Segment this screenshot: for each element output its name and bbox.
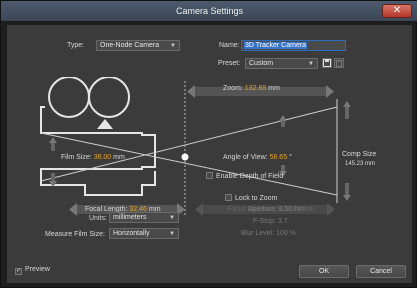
measure-film-size-dropdown[interactable]: Horizontally ▼ bbox=[109, 228, 179, 239]
film-size-readout: Film Size: 36.00 mm bbox=[61, 154, 125, 161]
preset-dropdown[interactable]: Custom ▼ bbox=[245, 58, 318, 69]
aperture-readout: Aperture: 8.50 mm bbox=[248, 206, 306, 213]
title-bar: Camera Settings ✕ bbox=[1, 1, 417, 22]
angle-of-view-unit: ° bbox=[289, 154, 292, 161]
comp-size-label: Comp Size bbox=[342, 151, 377, 158]
zoom-label: Zoom: bbox=[223, 85, 243, 92]
type-label: Type: bbox=[67, 42, 85, 49]
chevron-down-icon: ▼ bbox=[169, 215, 175, 221]
film-size-label: Film Size: bbox=[61, 154, 92, 161]
zoom-value[interactable]: 132.88 bbox=[245, 85, 266, 92]
chevron-down-icon: ▼ bbox=[169, 231, 175, 237]
angle-of-view-readout: Angle of View: 56.65 ° bbox=[223, 154, 292, 161]
film-size-value[interactable]: 36.00 bbox=[94, 154, 112, 161]
enable-depth-of-field-label: Enable Depth of Field bbox=[216, 173, 284, 180]
name-field[interactable]: 3D Tracker Camera bbox=[241, 40, 346, 51]
angle-of-view-label: Angle of View: bbox=[223, 154, 268, 161]
comp-size-value: 145.23 mm bbox=[345, 161, 376, 167]
checkbox-box bbox=[225, 194, 232, 201]
type-value: One-Node Camera bbox=[100, 42, 160, 49]
ok-button[interactable]: OK bbox=[299, 265, 349, 278]
cancel-button[interactable]: Cancel bbox=[356, 265, 406, 278]
zoom-unit: mm bbox=[268, 85, 280, 92]
preset-value: Custom bbox=[249, 60, 274, 67]
measure-film-size-label: Measure Film Size: bbox=[45, 231, 105, 238]
name-value: 3D Tracker Camera bbox=[244, 42, 308, 49]
measure-film-size-value: Horizontally bbox=[113, 230, 150, 237]
type-dropdown[interactable]: One-Node Camera ▼ bbox=[96, 40, 180, 51]
trash-icon[interactable] bbox=[334, 58, 344, 68]
preview-checkbox[interactable]: ✓ Preview bbox=[15, 266, 50, 275]
save-icon[interactable] bbox=[322, 58, 332, 68]
chevron-down-icon: ▼ bbox=[308, 61, 314, 67]
dialog-title: Camera Settings bbox=[175, 6, 244, 16]
preview-label: Preview bbox=[25, 266, 50, 273]
angle-of-view-value[interactable]: 56.65 bbox=[270, 154, 288, 161]
close-button[interactable]: ✕ bbox=[382, 4, 412, 18]
enable-depth-of-field-checkbox[interactable]: Enable Depth of Field bbox=[206, 172, 283, 180]
check-icon: ✓ bbox=[15, 268, 22, 275]
zoom-readout: Zoom: 132.88 mm bbox=[223, 85, 280, 92]
dialog-body: Type: One-Node Camera ▼ Name: 3D Tracker… bbox=[7, 25, 412, 283]
lock-to-zoom-label: Lock to Zoom bbox=[235, 195, 278, 202]
film-size-unit: mm bbox=[113, 154, 125, 161]
lock-to-zoom-checkbox[interactable]: Lock to Zoom bbox=[225, 194, 277, 202]
units-label: Units: bbox=[89, 215, 107, 222]
camera-settings-dialog: Camera Settings ✕ Type: One-Node Camera … bbox=[0, 0, 417, 288]
name-label: Name: bbox=[219, 42, 240, 49]
fstop-readout: F-Stop: 3.7 bbox=[253, 218, 288, 225]
chevron-down-icon: ▼ bbox=[170, 43, 176, 49]
units-value: millimeters bbox=[113, 214, 147, 221]
camera-diagram: Zoom: 132.88 mm Film Size: 36.00 mm Angl… bbox=[37, 77, 389, 225]
camera-diagram-graphic bbox=[40, 77, 351, 217]
units-dropdown[interactable]: millimeters ▼ bbox=[109, 212, 179, 223]
blur-level-readout: Blur Level: 100 % bbox=[241, 230, 296, 237]
preset-label: Preset: bbox=[218, 60, 241, 67]
checkbox-box bbox=[206, 172, 213, 179]
